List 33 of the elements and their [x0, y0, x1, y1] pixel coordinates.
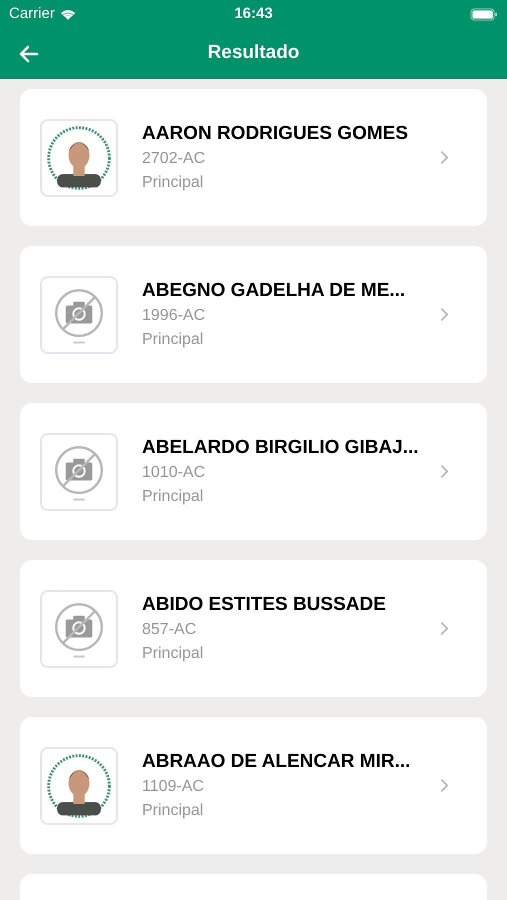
no-photo-icon: [40, 432, 118, 510]
doctor-name: ABIDO ESTITES BUSSADE: [142, 592, 387, 616]
registration-number: 1109-AC: [142, 776, 205, 796]
registration-type: Principal: [142, 800, 204, 820]
chevron-right-icon: [440, 307, 449, 322]
clock: 16:43: [234, 4, 273, 24]
carrier-label: Carrier: [9, 4, 55, 24]
registration-number: 1010-AC: [142, 462, 206, 482]
registration-type: Principal: [142, 172, 204, 192]
no-photo-icon: [40, 590, 118, 668]
doctor-name: AARON RODRIGUES GOMES: [142, 122, 410, 146]
battery-icon: [470, 8, 498, 20]
result-card[interactable]: ABEGNO GADELHA DE ME... 1996-AC Principal: [20, 246, 487, 383]
doctor-name: ABRAAO DE ALENCAR MIR...: [142, 750, 412, 774]
registration-number: 2702-AC: [142, 148, 206, 168]
doctor-name: ABEGNO GADELHA DE ME...: [142, 278, 406, 302]
doctor-name: ABELARDO BIRGILIO GIBAJ...: [142, 436, 420, 460]
chevron-right-icon: [440, 621, 449, 636]
result-card[interactable]: AARON RODRIGUES GOMES 2702-AC Principal: [20, 89, 487, 226]
registration-type: Principal: [142, 644, 204, 664]
registration-number: 857-AC: [142, 620, 198, 640]
chevron-right-icon: [440, 150, 449, 165]
registration-number: 1996-AC: [142, 306, 206, 326]
no-photo-icon: [40, 276, 118, 354]
wifi-icon: [58, 8, 77, 20]
result-card[interactable]: ABELARDO BIRGILIO GIBAJ... 1010-AC Principal: [20, 403, 487, 540]
chevron-right-icon: [440, 778, 449, 793]
screen-title: Resultado: [208, 41, 300, 66]
registration-type: Principal: [142, 486, 204, 506]
registration-type: Principal: [142, 330, 204, 350]
result-card[interactable]: ABIDO ESTITES BUSSADE 857-AC Principal: [20, 560, 487, 697]
chevron-right-icon: [440, 464, 449, 479]
result-card[interactable]: ABRAAO DE ALENCAR MIR... 1109-AC Principal: [20, 717, 487, 854]
